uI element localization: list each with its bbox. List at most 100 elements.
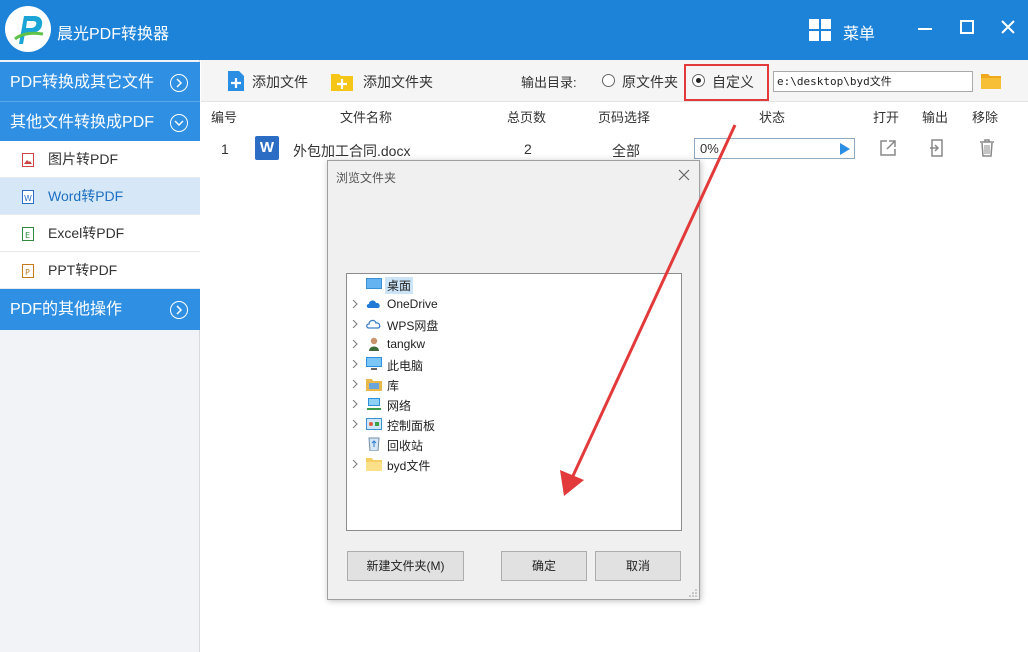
sidebar-item-label: 图片转PDF (48, 151, 118, 167)
tree-item-library[interactable]: 库 (347, 374, 677, 394)
tree-item-label: 桌面 (385, 277, 414, 294)
add-folder-button[interactable]: 添加文件夹 (363, 72, 433, 92)
new-folder-button[interactable]: 新建文件夹(M) (347, 551, 464, 581)
tree-item-recycle-bin[interactable]: 回收站 (347, 434, 677, 454)
chevron-right-icon[interactable] (352, 400, 358, 408)
column-header-remove: 移除 (972, 110, 999, 125)
chevron-right-icon[interactable] (352, 460, 358, 468)
close-icon[interactable] (996, 16, 1020, 40)
chevron-right-icon[interactable] (352, 340, 358, 348)
menu-grid-icon[interactable] (809, 19, 831, 41)
row-page-range[interactable]: 全部 (612, 141, 640, 161)
tree-item-this-pc[interactable]: 此电脑 (347, 354, 677, 374)
folder-icon[interactable] (980, 72, 1002, 90)
output-icon[interactable] (927, 138, 947, 158)
svg-text:P: P (25, 268, 30, 277)
app-logo-icon (5, 6, 51, 52)
tree-item-label: byd文件 (387, 459, 431, 473)
recycle-bin-icon (368, 437, 380, 451)
word-file-icon: W (255, 136, 279, 160)
output-path-field[interactable]: e:\desktop\byd文件 (773, 71, 973, 92)
table-header: 编号 文件名称 总页数 页码选择 状态 打开 输出 移除 (201, 102, 1028, 126)
word-file-icon: W (22, 190, 34, 204)
highlight-box (684, 64, 769, 101)
tree-item-label: 网络 (387, 399, 412, 413)
tree-item-label: 库 (387, 379, 400, 393)
tree-item-label: 此电脑 (387, 359, 424, 373)
chevron-right-icon[interactable] (352, 380, 358, 388)
sidebar-section-pdf-other-ops[interactable]: PDF的其他操作 (0, 289, 200, 330)
tree-item-label: WPS网盘 (387, 319, 439, 333)
minimize-icon[interactable] (913, 16, 937, 40)
row-index: 1 (221, 141, 229, 157)
add-file-icon[interactable] (226, 70, 246, 92)
column-header-open: 打开 (873, 110, 900, 125)
add-file-button[interactable]: 添加文件 (252, 72, 308, 92)
tree-item-onedrive[interactable]: OneDrive (347, 294, 677, 314)
progress-text: 0% (700, 141, 719, 156)
menu-button[interactable]: 菜单 (843, 20, 875, 44)
dialog-title: 浏览文件夹 (336, 171, 397, 185)
image-file-icon (22, 153, 34, 167)
open-external-icon[interactable] (878, 138, 898, 158)
maximize-icon[interactable] (955, 16, 979, 40)
column-header-output: 输出 (922, 110, 949, 125)
network-icon (367, 398, 381, 410)
sidebar-item-image-to-pdf[interactable]: 图片转PDF (0, 141, 200, 178)
sidebar-section-label: PDF的其他操作 (10, 301, 123, 318)
chevron-right-icon[interactable] (352, 320, 358, 328)
chevron-right-icon[interactable] (352, 360, 358, 368)
tree-item-wps-drive[interactable]: WPS网盘 (347, 314, 677, 334)
sidebar-section-other-to-pdf[interactable]: 其他文件转换成PDF (0, 101, 200, 142)
tree-item-desktop[interactable]: 桌面 (347, 274, 677, 294)
tree-item-label: OneDrive (387, 297, 438, 311)
sidebar-item-label: PPT转PDF (48, 262, 118, 278)
app-title: 晨光PDF转换器 (57, 26, 170, 43)
sidebar-item-word-to-pdf[interactable]: W Word转PDF (0, 178, 200, 215)
folder-icon (366, 458, 382, 471)
ppt-file-icon: P (22, 264, 34, 278)
sidebar-item-label: Excel转PDF (48, 225, 125, 241)
folder-tree[interactable]: 桌面 OneDrive WPS网盘 tangkw 此电脑 库 网络 控制面板 回… (346, 273, 682, 531)
trash-icon[interactable] (977, 138, 997, 158)
conversion-progress: 0% (694, 138, 855, 159)
chevron-right-icon[interactable] (352, 300, 358, 308)
svg-text:E: E (25, 231, 30, 240)
column-header-index: 编号 (211, 110, 238, 125)
radio-original-folder[interactable] (602, 74, 615, 87)
chevron-right-icon (170, 74, 188, 92)
browse-folder-dialog: 浏览文件夹 桌面 OneDrive WPS网盘 tangkw 此电脑 库 网络 … (327, 160, 700, 600)
dialog-close-icon[interactable] (678, 169, 690, 181)
play-icon[interactable] (840, 143, 850, 155)
add-folder-icon[interactable] (330, 70, 354, 92)
sidebar-item-ppt-to-pdf[interactable]: P PPT转PDF (0, 252, 200, 289)
cloud-icon (366, 300, 380, 308)
user-icon (369, 337, 379, 351)
tree-item-byd-folder[interactable]: byd文件 (347, 454, 677, 474)
tree-item-network[interactable]: 网络 (347, 394, 677, 414)
column-header-status: 状态 (759, 110, 786, 125)
svg-text:W: W (24, 194, 32, 203)
sidebar-item-excel-to-pdf[interactable]: E Excel转PDF (0, 215, 200, 252)
column-header-filename: 文件名称 (340, 110, 393, 125)
sidebar-section-label: 其他文件转换成PDF (10, 114, 155, 131)
tree-item-control-panel[interactable]: 控制面板 (347, 414, 677, 434)
sidebar-item-label: Word转PDF (48, 188, 124, 204)
excel-file-icon: E (22, 227, 34, 241)
resize-grip-icon[interactable] (689, 589, 697, 597)
chevron-down-icon (170, 114, 188, 132)
row-filename: 外包加工合同.docx (293, 143, 411, 159)
sidebar-section-label: PDF转换成其它文件 (10, 74, 155, 91)
sidebar-section-pdf-to-other[interactable]: PDF转换成其它文件 (0, 62, 200, 103)
ok-button[interactable]: 确定 (501, 551, 587, 581)
cancel-button[interactable]: 取消 (595, 551, 681, 581)
tree-item-user[interactable]: tangkw (347, 334, 677, 354)
tree-item-label: tangkw (387, 337, 426, 351)
option-original-folder-label[interactable]: 原文件夹 (622, 72, 678, 92)
sidebar: PDF转换成其它文件 其他文件转换成PDF 图片转PDF W Word转PDF … (0, 60, 200, 652)
title-bar: 晨光PDF转换器 菜单 (0, 0, 1028, 60)
chevron-right-icon (170, 301, 188, 319)
output-dir-label: 输出目录: (521, 75, 577, 90)
tree-item-label: 控制面板 (387, 419, 436, 433)
chevron-right-icon[interactable] (352, 420, 358, 428)
